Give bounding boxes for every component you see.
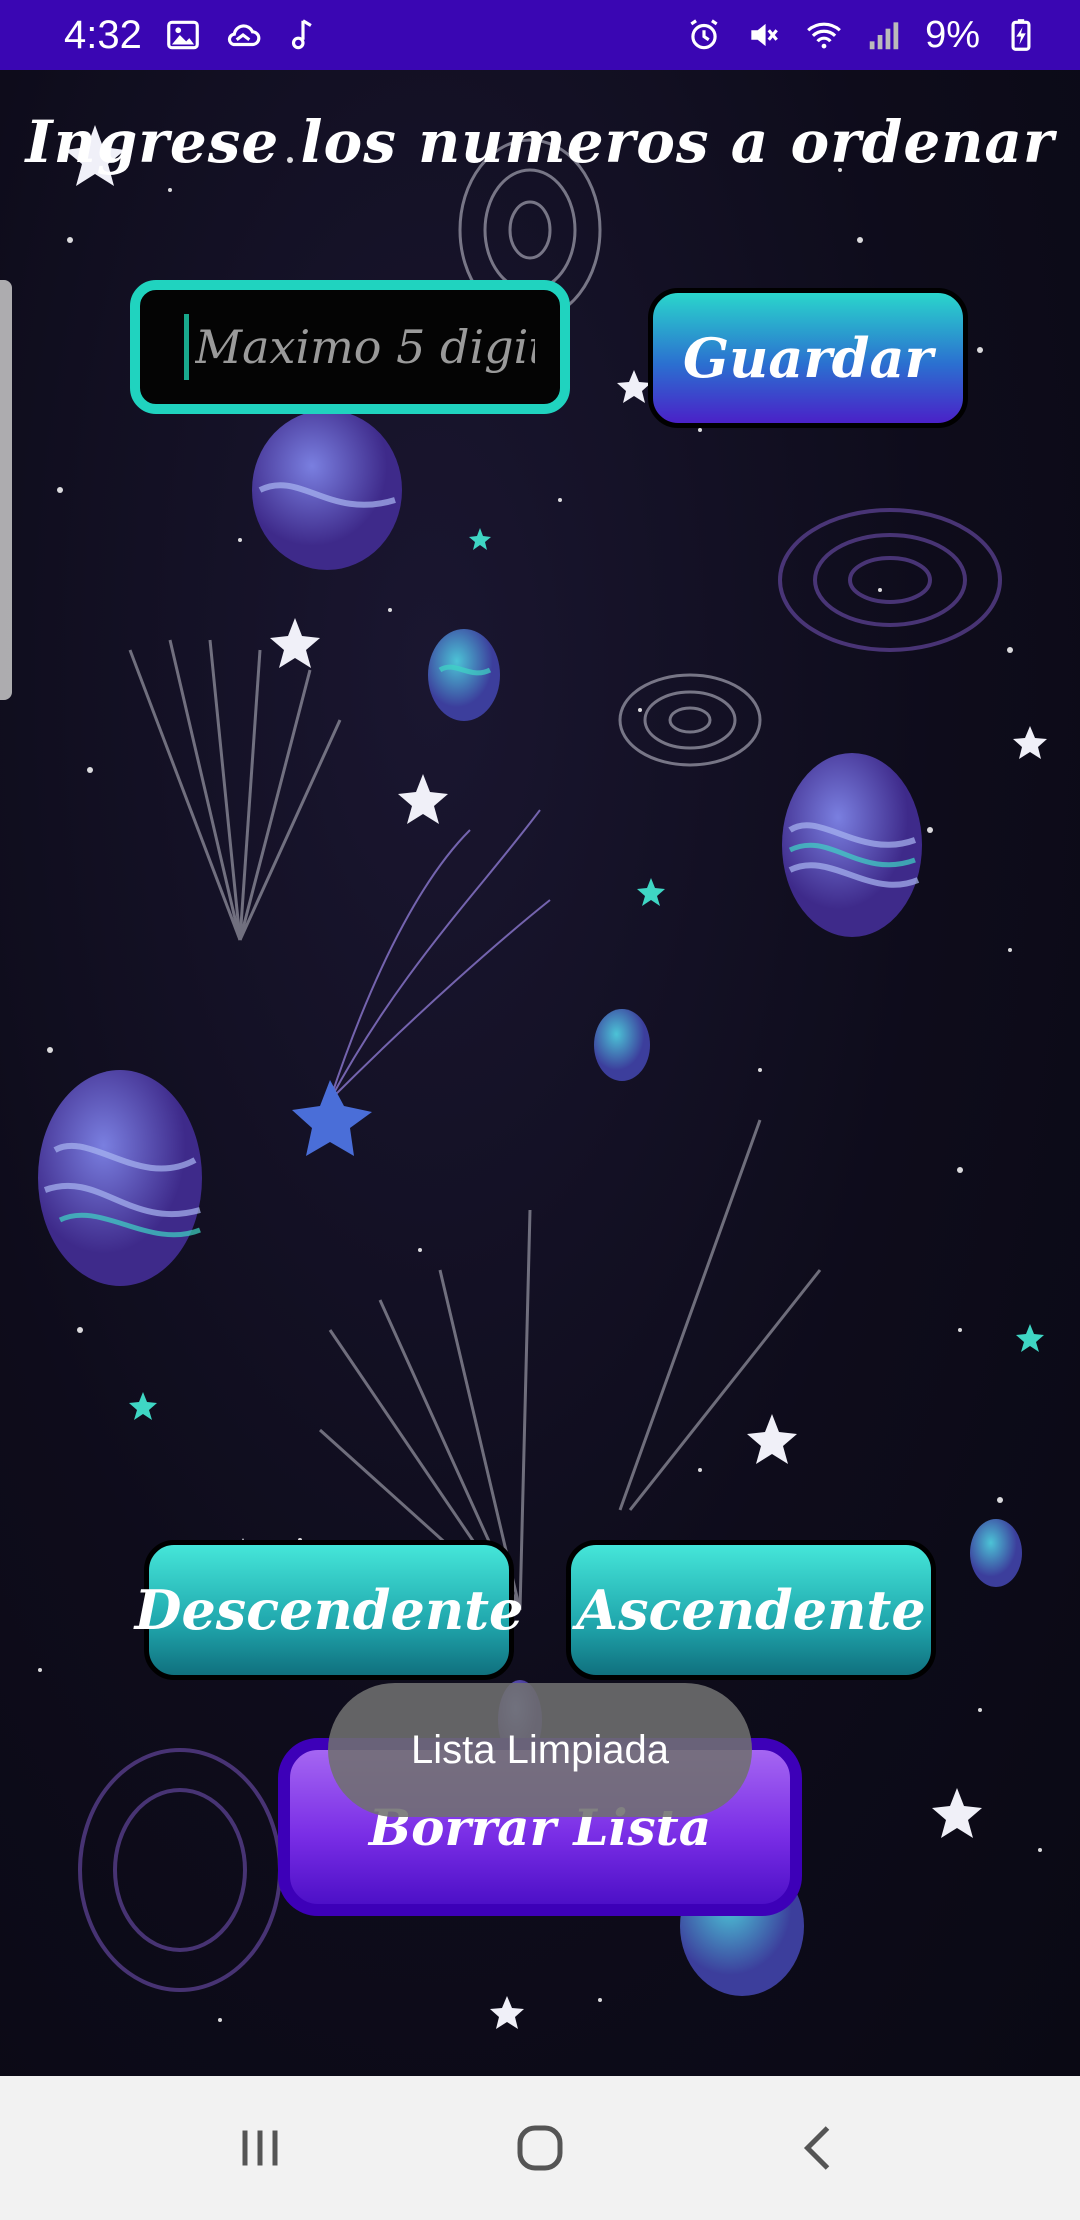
sort-ascending-button[interactable]: Ascendente bbox=[566, 1540, 936, 1680]
status-left: 4:32 bbox=[64, 13, 322, 58]
music-note-icon bbox=[284, 16, 322, 54]
page-title: Ingrese los numeros a ordenar bbox=[25, 108, 1055, 176]
signal-icon bbox=[865, 16, 903, 54]
status-bar: 4:32 9% bbox=[0, 0, 1080, 70]
text-caret bbox=[184, 314, 189, 380]
navigation-bar bbox=[0, 2076, 1080, 2220]
number-input-container[interactable] bbox=[130, 280, 570, 414]
mute-icon bbox=[745, 16, 783, 54]
recents-icon[interactable] bbox=[220, 2108, 300, 2188]
battery-charging-icon bbox=[1002, 16, 1040, 54]
back-icon[interactable] bbox=[780, 2108, 860, 2188]
status-time: 4:32 bbox=[64, 12, 142, 57]
image-icon bbox=[164, 16, 202, 54]
battery-percent: 9% bbox=[925, 13, 980, 56]
alarm-icon bbox=[685, 16, 723, 54]
status-right: 9% bbox=[685, 14, 1040, 57]
toast-message: Lista Limpiada bbox=[328, 1683, 752, 1817]
sort-descending-button[interactable]: Descendente bbox=[135, 1540, 523, 1680]
home-icon[interactable] bbox=[500, 2108, 580, 2188]
save-button[interactable]: Guardar bbox=[648, 288, 968, 428]
wifi-icon bbox=[805, 16, 843, 54]
number-input[interactable] bbox=[195, 320, 535, 374]
edge-panel-handle[interactable] bbox=[0, 280, 12, 700]
cloud-icon bbox=[224, 16, 262, 54]
